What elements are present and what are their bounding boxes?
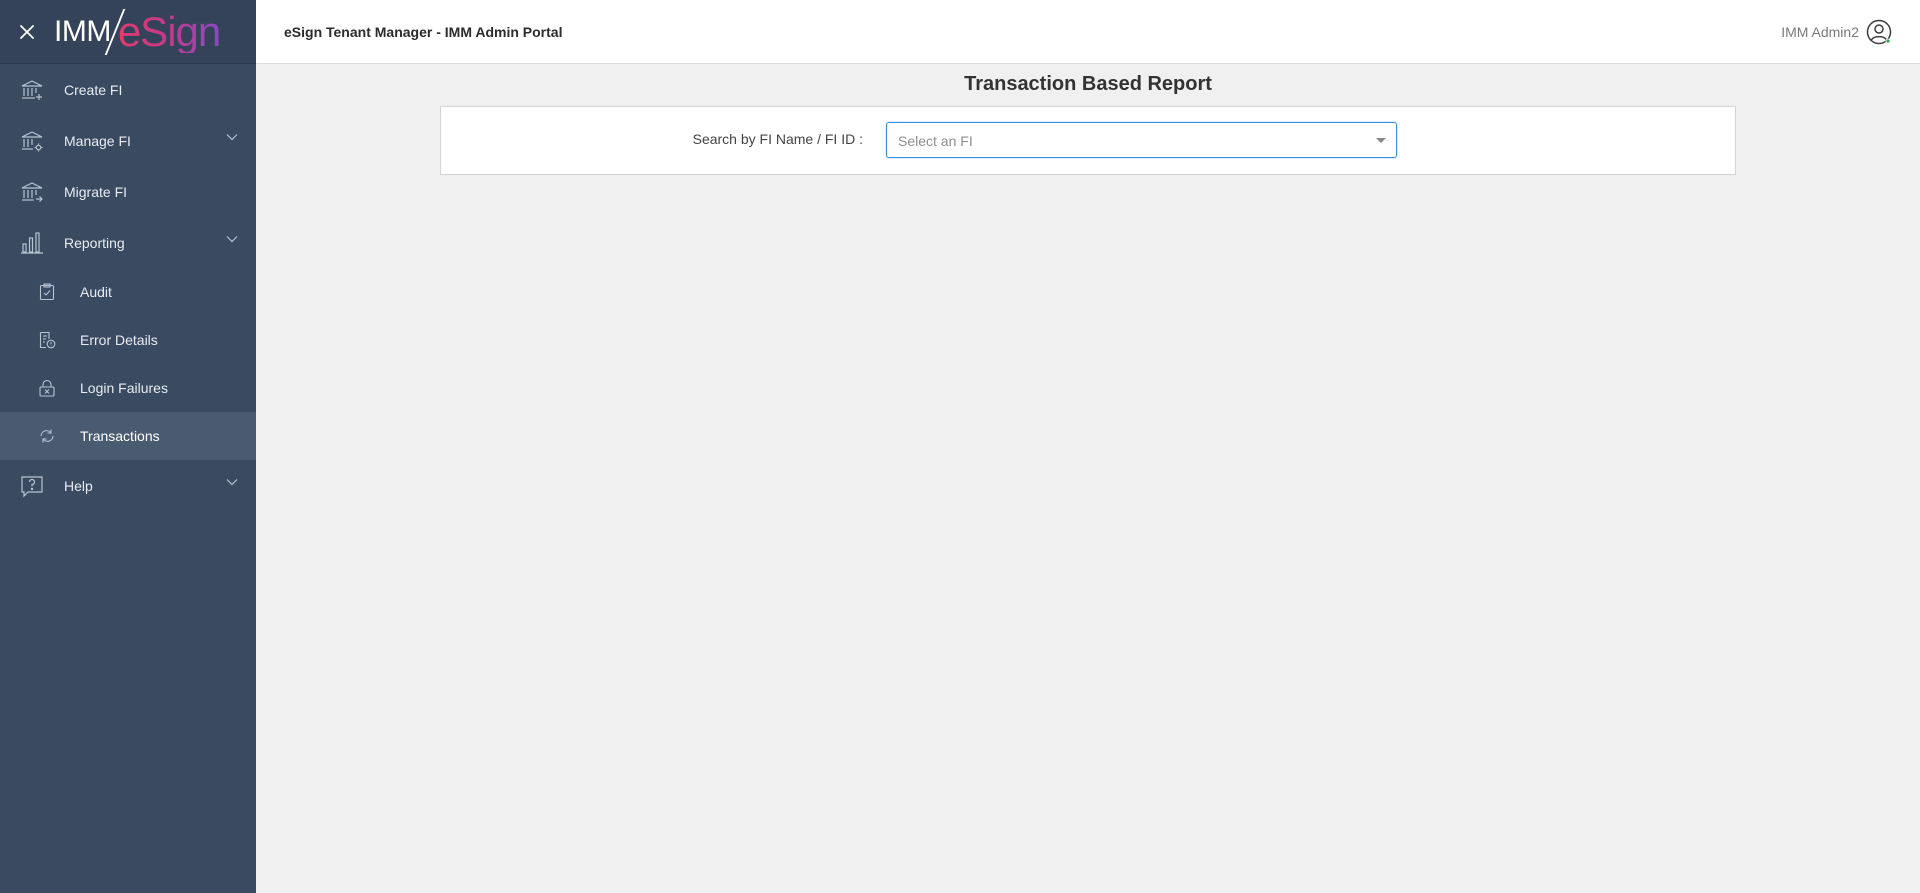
clipboard-check-icon bbox=[38, 283, 56, 301]
caret-down-icon bbox=[1376, 138, 1386, 143]
chevron-down-icon bbox=[226, 134, 238, 141]
sidebar-item-help[interactable]: Help bbox=[0, 460, 256, 511]
top-bar: eSign Tenant Manager - IMM Admin Portal … bbox=[256, 0, 1920, 64]
close-sidebar-button[interactable] bbox=[0, 0, 54, 64]
sidebar-item-label: Transactions bbox=[80, 428, 160, 444]
user-menu-button[interactable]: IMM Admin2 bbox=[1781, 19, 1892, 45]
page-title: Transaction Based Report bbox=[964, 73, 1212, 95]
sidebar-item-reporting[interactable]: Reporting bbox=[0, 217, 256, 268]
sidebar-item-label: Error Details bbox=[80, 332, 158, 348]
sidebar-item-create-fi[interactable]: Create FI bbox=[0, 64, 256, 115]
sidebar-item-label: Create FI bbox=[64, 81, 123, 98]
sidebar-header: IMM eSign bbox=[0, 0, 256, 64]
search-card: Search by FI Name / FI ID : Select an FI bbox=[440, 106, 1736, 175]
sidebar-item-label: Help bbox=[64, 477, 93, 494]
bar-chart-icon bbox=[20, 231, 44, 255]
exchange-icon bbox=[38, 427, 56, 445]
help-bubble-icon bbox=[20, 474, 44, 498]
chevron-down-icon bbox=[226, 479, 238, 486]
sidebar-item-label: Login Failures bbox=[80, 380, 168, 396]
sidebar-item-login-failures[interactable]: Login Failures bbox=[0, 364, 256, 412]
sidebar-item-label: Migrate FI bbox=[64, 183, 128, 200]
sidebar-item-label: Manage FI bbox=[64, 132, 131, 149]
sidebar-item-label: Reporting bbox=[64, 234, 125, 251]
bank-gear-icon bbox=[20, 129, 44, 153]
sidebar-item-transactions[interactable]: Transactions bbox=[0, 412, 256, 460]
close-icon bbox=[20, 24, 34, 39]
sidebar-item-migrate-fi[interactable]: Migrate FI bbox=[0, 166, 256, 217]
user-name: IMM Admin2 bbox=[1781, 23, 1859, 40]
sidebar-item-label: Audit bbox=[80, 284, 112, 300]
user-avatar-icon bbox=[1866, 19, 1892, 45]
imm-esign-logo[interactable]: IMM eSign bbox=[54, 0, 221, 64]
lock-x-icon bbox=[38, 379, 56, 397]
sidebar-item-error-details[interactable]: Error Details bbox=[0, 316, 256, 364]
sidebar-item-audit[interactable]: Audit bbox=[0, 268, 256, 316]
sidebar: IMM eSign Create FI Manage FI Migrate FI… bbox=[0, 0, 256, 893]
bank-arrow-icon bbox=[20, 180, 44, 204]
document-error-icon bbox=[38, 331, 56, 349]
logo-esign-text: eSign bbox=[117, 7, 221, 55]
sidebar-nav: Create FI Manage FI Migrate FI Reporting… bbox=[0, 64, 256, 511]
fi-select-placeholder: Select an FI bbox=[898, 133, 973, 149]
fi-select-dropdown[interactable]: Select an FI bbox=[886, 122, 1397, 158]
app-title: eSign Tenant Manager - IMM Admin Portal bbox=[284, 23, 563, 40]
bank-plus-icon bbox=[20, 78, 44, 102]
logo-imm-text: IMM bbox=[54, 14, 111, 48]
chevron-down-icon bbox=[226, 236, 238, 243]
search-label: Search by FI Name / FI ID : bbox=[692, 131, 863, 147]
sidebar-item-manage-fi[interactable]: Manage FI bbox=[0, 115, 256, 166]
